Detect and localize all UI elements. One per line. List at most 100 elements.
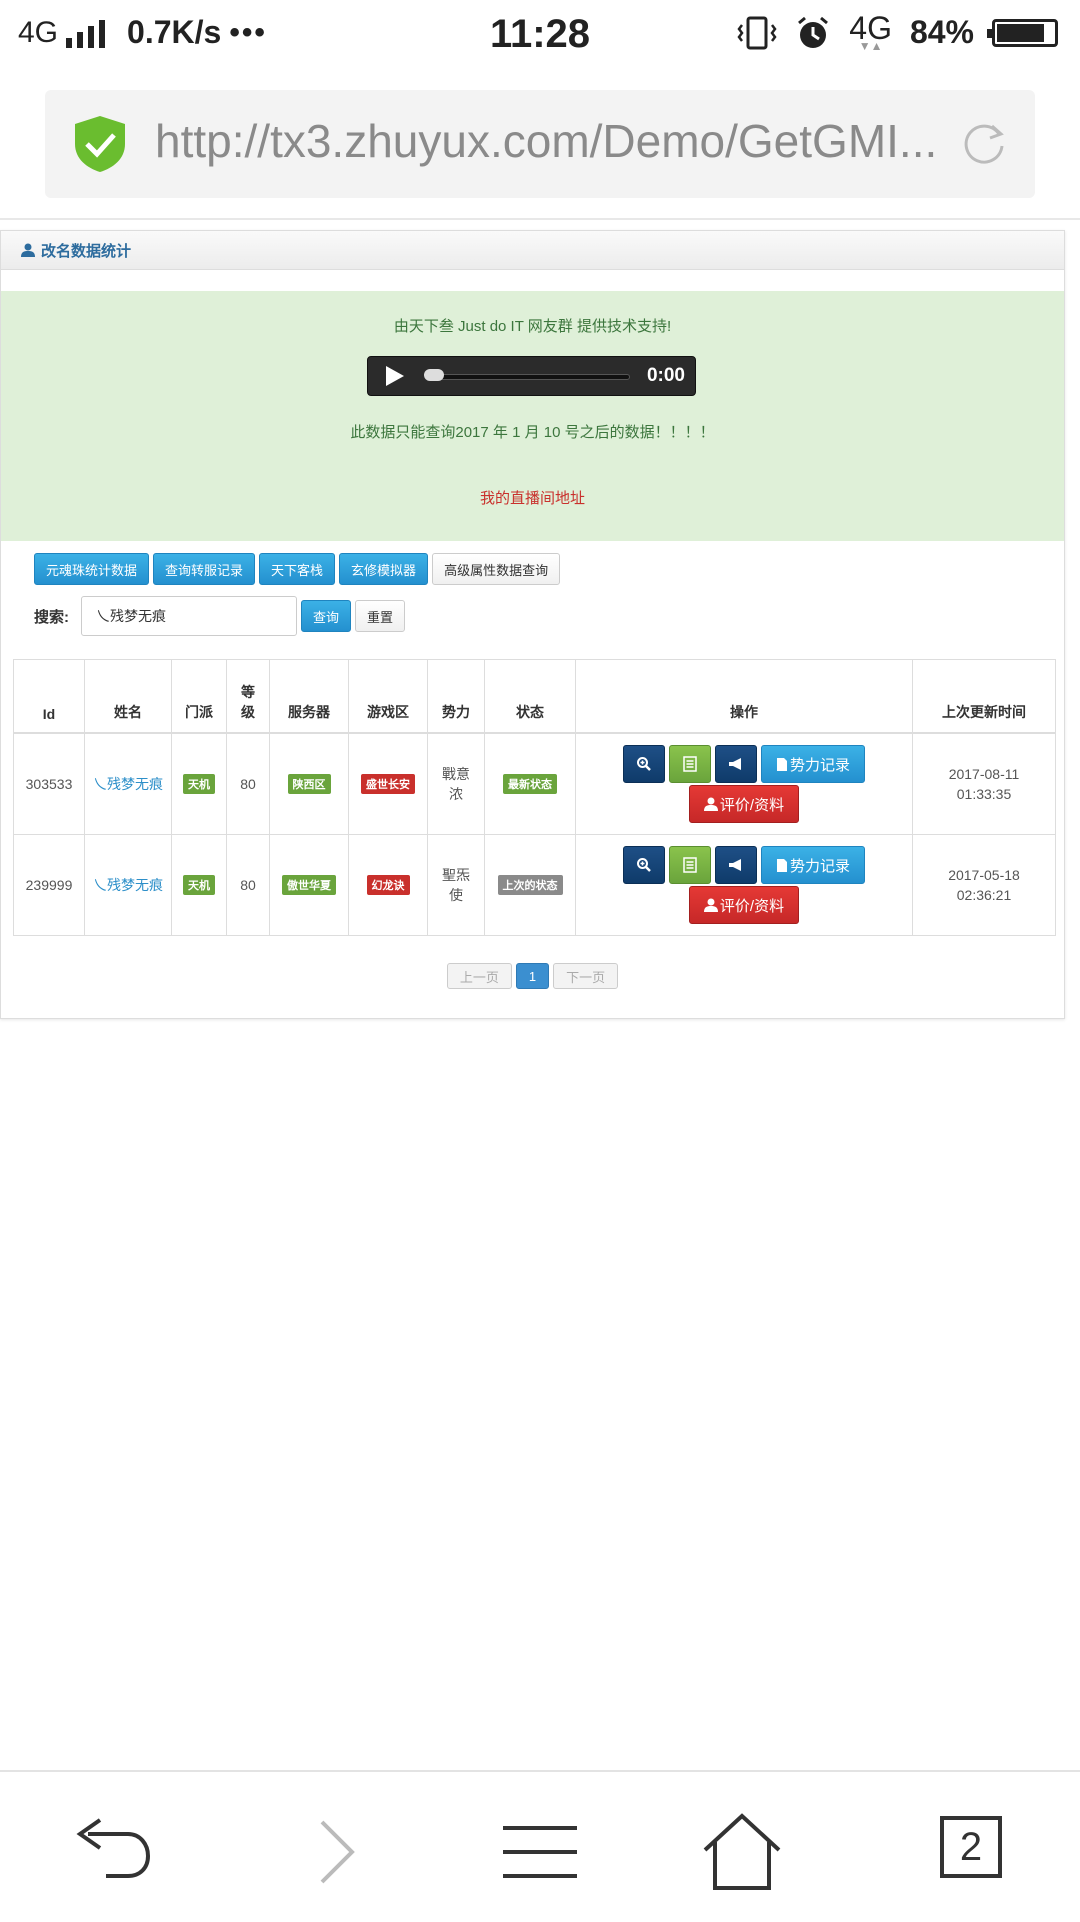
play-icon[interactable]: [386, 366, 404, 386]
status-bar: 4G 0.7K/s ••• 11:28 4G ▼▲ 84%: [0, 0, 1080, 72]
panel-header: 改名数据统计: [1, 231, 1064, 270]
megaphone-icon: [728, 758, 741, 770]
review-button[interactable]: 评价/资料: [688, 886, 800, 924]
col-name[interactable]: 姓名: [84, 659, 172, 734]
tool-buttons: 元魂珠统计数据 查询转服记录 天下客栈 玄修模拟器 高级属性数据查询: [34, 553, 561, 585]
file-icon: [776, 757, 787, 771]
col-zone[interactable]: 游戏区: [348, 659, 428, 734]
battery-percent: 84%: [909, 14, 974, 50]
list-button[interactable]: [668, 846, 711, 884]
xuanxiu-simulator-button[interactable]: 玄修模拟器: [339, 553, 429, 585]
updated-time: 02:36:21: [956, 887, 1012, 903]
url-text[interactable]: http://tx3.zhuyux.com/Demo/GetGMI...: [155, 114, 935, 168]
audio-time: 0:00: [646, 365, 685, 386]
faction-text: 戰意浓: [442, 766, 470, 802]
action-row-bottom: 评价/资料: [688, 785, 800, 823]
zoom-in-icon: [636, 858, 651, 872]
cell-updated: 2017-08-11 01:33:35: [912, 732, 1056, 835]
col-id[interactable]: Id: [13, 659, 85, 734]
status-badge: 上次的状态: [497, 875, 563, 895]
faction-text: 聖炁使: [442, 867, 470, 903]
table-row: 239999 乀残梦无痕 天机 80 傲世华夏 幻龙诀 聖炁使 上次的状态 势力…: [13, 834, 1056, 936]
cell-sect: 天机: [171, 834, 227, 936]
faction-record-label: 势力记录: [789, 857, 850, 875]
cell-sect: 天机: [171, 732, 227, 835]
back-icon[interactable]: [68, 1812, 158, 1892]
advanced-attr-query-button[interactable]: 高级属性数据查询: [432, 553, 561, 585]
reset-button[interactable]: 重置: [355, 600, 406, 632]
announce-button[interactable]: [714, 745, 757, 783]
live-stream-link[interactable]: 我的直播间地址: [1, 487, 1064, 508]
panel-title: 改名数据统计: [41, 242, 132, 260]
forward-icon[interactable]: [290, 1812, 380, 1892]
transfer-record-button[interactable]: 查询转服记录: [153, 553, 256, 585]
col-level[interactable]: 等级: [226, 659, 270, 734]
sect-label: 天机: [183, 774, 215, 794]
battery-icon: [987, 18, 1058, 47]
pagination: 上一页 1 下一页: [1, 963, 1064, 989]
player-name-link[interactable]: 乀残梦无痕: [93, 776, 163, 792]
user-icon: [703, 797, 718, 811]
query-button[interactable]: 查询: [301, 600, 352, 632]
col-server[interactable]: 服务器: [269, 659, 349, 734]
data-arrows-icon: ▼▲: [858, 38, 883, 53]
action-buttons: 势力记录 评价/资料: [580, 745, 908, 823]
search-input[interactable]: [81, 596, 297, 636]
alarm-icon: [798, 16, 829, 48]
review-label: 评价/资料: [719, 796, 785, 814]
faction-record-button[interactable]: 势力记录: [760, 846, 865, 884]
audio-player[interactable]: 0:00: [367, 356, 696, 396]
cell-id: 239999: [13, 834, 85, 936]
tabs-icon[interactable]: 2: [940, 1816, 1002, 1878]
reload-icon[interactable]: [959, 118, 1009, 168]
cell-status: 上次的状态: [484, 834, 576, 936]
server-label: 傲世华夏: [282, 875, 336, 895]
cell-name: 乀残梦无痕: [84, 732, 172, 835]
support-text: 由天下叁 Just do IT 网友群 提供技术支持!: [393, 318, 672, 335]
inn-button[interactable]: 天下客栈: [259, 553, 336, 585]
audio-seek-bar[interactable]: [428, 374, 630, 380]
col-faction[interactable]: 势力: [427, 659, 485, 734]
faction-record-button[interactable]: 势力记录: [760, 745, 865, 783]
review-label: 评价/资料: [719, 897, 785, 915]
cell-updated: 2017-05-18 02:36:21: [912, 834, 1056, 936]
announce-button[interactable]: [714, 846, 757, 884]
action-row-top: 势力记录: [622, 846, 865, 884]
table-header-row: Id 姓名 门派 等级 服务器 游戏区 势力 状态 操作 上次更新时间: [13, 659, 1056, 734]
header-divider: [0, 218, 1080, 220]
cell-level: 80: [226, 732, 270, 835]
soul-bead-stats-button[interactable]: 元魂珠统计数据: [34, 553, 150, 585]
player-name-link[interactable]: 乀残梦无痕: [93, 877, 163, 893]
cell-actions: 势力记录 评价/资料: [575, 732, 913, 835]
review-button[interactable]: 评价/资料: [688, 785, 800, 823]
cell-level: 80: [226, 834, 270, 936]
cell-server: 陕西区: [269, 732, 349, 835]
zoom-in-button[interactable]: [622, 745, 665, 783]
data-network-type: 4G: [849, 9, 892, 46]
menu-icon[interactable]: [495, 1812, 585, 1892]
cell-zone: 幻龙诀: [348, 834, 428, 936]
col-level-text: 等级: [241, 684, 255, 720]
action-row-top: 势力记录: [622, 745, 865, 783]
audio-seek-handle[interactable]: [424, 369, 444, 381]
prev-page-button[interactable]: 上一页: [446, 963, 512, 989]
address-bar[interactable]: http://tx3.zhuyux.com/Demo/GetGMI...: [45, 90, 1035, 198]
list-icon: [683, 857, 697, 873]
status-badge: 最新状态: [503, 774, 557, 794]
cell-server: 傲世华夏: [269, 834, 349, 936]
cell-faction: 戰意浓: [427, 732, 485, 835]
search-row: 搜索: 查询 重置: [34, 596, 406, 636]
page-1-button[interactable]: 1: [515, 963, 550, 989]
faction-record-label: 势力记录: [789, 756, 850, 774]
home-icon[interactable]: [697, 1812, 787, 1892]
vibrate-icon: [737, 16, 777, 49]
cell-actions: 势力记录 评价/资料: [575, 834, 913, 936]
list-button[interactable]: [668, 745, 711, 783]
next-page-button[interactable]: 下一页: [553, 963, 619, 989]
updated-time: 01:33:35: [956, 786, 1012, 802]
col-sect[interactable]: 门派: [171, 659, 227, 734]
zoom-in-button[interactable]: [622, 846, 665, 884]
col-status[interactable]: 状态: [484, 659, 576, 734]
tab-count: 2: [959, 1824, 983, 1869]
col-updated[interactable]: 上次更新时间: [912, 659, 1056, 734]
